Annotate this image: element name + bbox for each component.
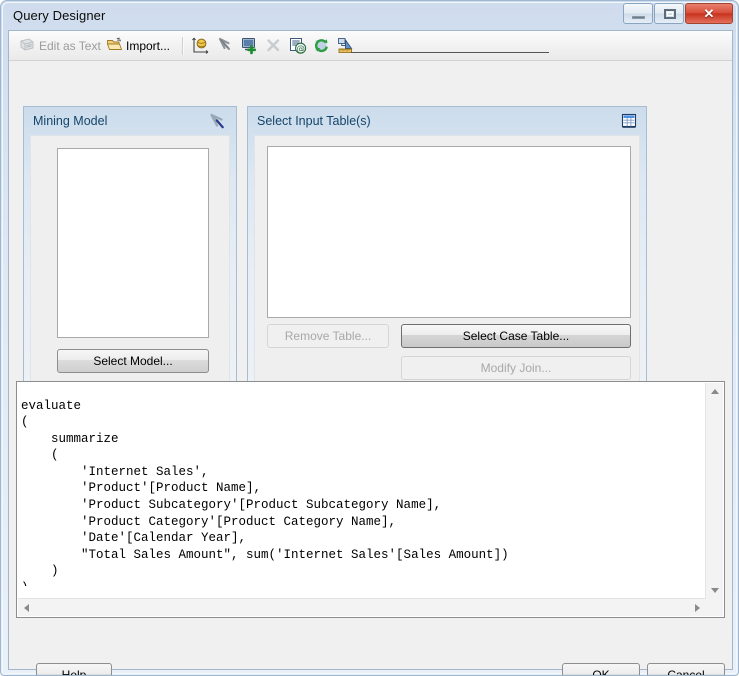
svg-text:@: @ <box>296 44 305 54</box>
singleton-query-icon[interactable] <box>335 35 357 57</box>
dialog-client-area: Edit as Text Import... @ Mining Model Se… <box>8 30 733 675</box>
select-case-table-button[interactable]: Select Case Table... <box>401 324 631 348</box>
toolbar-underline-rule <box>351 52 549 53</box>
scroll-up-arrow-icon[interactable] <box>711 389 719 394</box>
query-horizontal-scrollbar[interactable] <box>18 598 706 616</box>
cancel-button[interactable]: Cancel <box>647 663 725 675</box>
query-designer-window: Query Designer ✕ Edit as Text Import... … <box>0 0 739 676</box>
remove-table-button[interactable]: Remove Table... <box>267 324 389 348</box>
scrollbar-corner <box>706 599 723 616</box>
toolbar-icon-group: @ <box>191 35 359 57</box>
toolbar: Edit as Text Import... @ <box>9 31 732 61</box>
query-parameters-icon[interactable]: @ <box>287 35 309 57</box>
ok-button[interactable]: OK <box>562 663 640 675</box>
open-folder-icon <box>106 36 123 56</box>
query-text[interactable]: evaluate ( summarize ( 'Internet Sales',… <box>21 398 705 586</box>
edit-as-text-label: Edit as Text <box>39 39 101 53</box>
close-button[interactable]: ✕ <box>685 3 733 24</box>
select-model-button[interactable]: Select Model... <box>57 349 209 373</box>
minimize-button[interactable] <box>623 3 653 24</box>
maximize-button[interactable] <box>654 3 684 24</box>
scroll-right-arrow-icon[interactable] <box>695 604 700 612</box>
query-vertical-scrollbar[interactable] <box>705 383 723 599</box>
title-bar[interactable]: Query Designer ✕ <box>1 1 738 30</box>
input-tables-panel: Select Input Table(s) Remove Table... Se… <box>247 106 647 396</box>
mining-model-title: Mining Model <box>33 114 108 128</box>
modify-join-button[interactable]: Modify Join... <box>401 356 631 380</box>
pick-tool-icon[interactable] <box>215 35 237 57</box>
maximize-icon <box>664 9 676 19</box>
mining-model-listbox[interactable] <box>57 148 209 338</box>
close-icon: ✕ <box>703 6 715 21</box>
query-editor-panel: evaluate ( summarize ( 'Internet Sales',… <box>16 381 725 618</box>
mining-model-panel: Mining Model Select Model... <box>23 106 237 396</box>
scroll-down-arrow-icon[interactable] <box>711 588 719 593</box>
window-title: Query Designer <box>13 8 106 23</box>
mining-model-body: Select Model... <box>30 135 230 389</box>
input-tables-title: Select Input Table(s) <box>257 114 371 128</box>
table-grid-icon <box>620 112 638 133</box>
minimize-icon <box>632 16 645 19</box>
edit-as-text-button[interactable]: Edit as Text <box>19 35 101 57</box>
delete-icon[interactable] <box>263 35 285 57</box>
help-button[interactable]: Help <box>36 663 112 675</box>
edit-as-text-icon <box>19 36 36 56</box>
input-tables-listbox[interactable] <box>267 146 631 318</box>
add-table-icon[interactable] <box>239 35 261 57</box>
refresh-fields-icon[interactable] <box>311 35 333 57</box>
import-button[interactable]: Import... <box>106 35 170 57</box>
input-tables-body: Remove Table... Select Case Table... Mod… <box>254 135 640 389</box>
mining-pick-icon <box>208 112 228 135</box>
import-label: Import... <box>126 39 171 53</box>
scroll-left-arrow-icon[interactable] <box>24 604 29 612</box>
toolbar-separator <box>182 37 184 55</box>
design-query-icon[interactable] <box>191 35 213 57</box>
